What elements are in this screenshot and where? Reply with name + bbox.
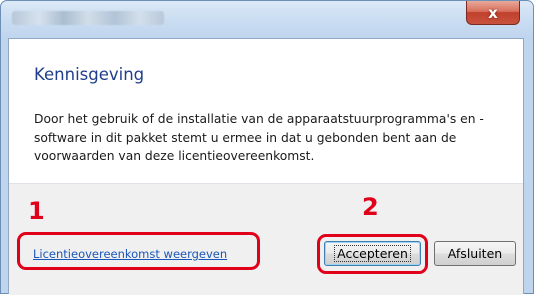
- blurred-window-title: [12, 11, 164, 25]
- notice-heading: Kennisgeving: [34, 65, 145, 84]
- close-icon: x: [488, 3, 498, 22]
- callout-highlight-accept: [317, 234, 428, 274]
- exit-button-label: Afsluiten: [447, 246, 503, 261]
- title-bar[interactable]: x: [1, 1, 533, 39]
- callout-highlight-link: [17, 232, 260, 270]
- exit-button[interactable]: Afsluiten: [434, 241, 516, 266]
- callout-number-1: 1: [28, 197, 45, 225]
- notice-body: Door het gebruik of de installatie van d…: [34, 112, 484, 163]
- callout-number-2: 2: [362, 193, 379, 221]
- close-button[interactable]: x: [466, 1, 520, 25]
